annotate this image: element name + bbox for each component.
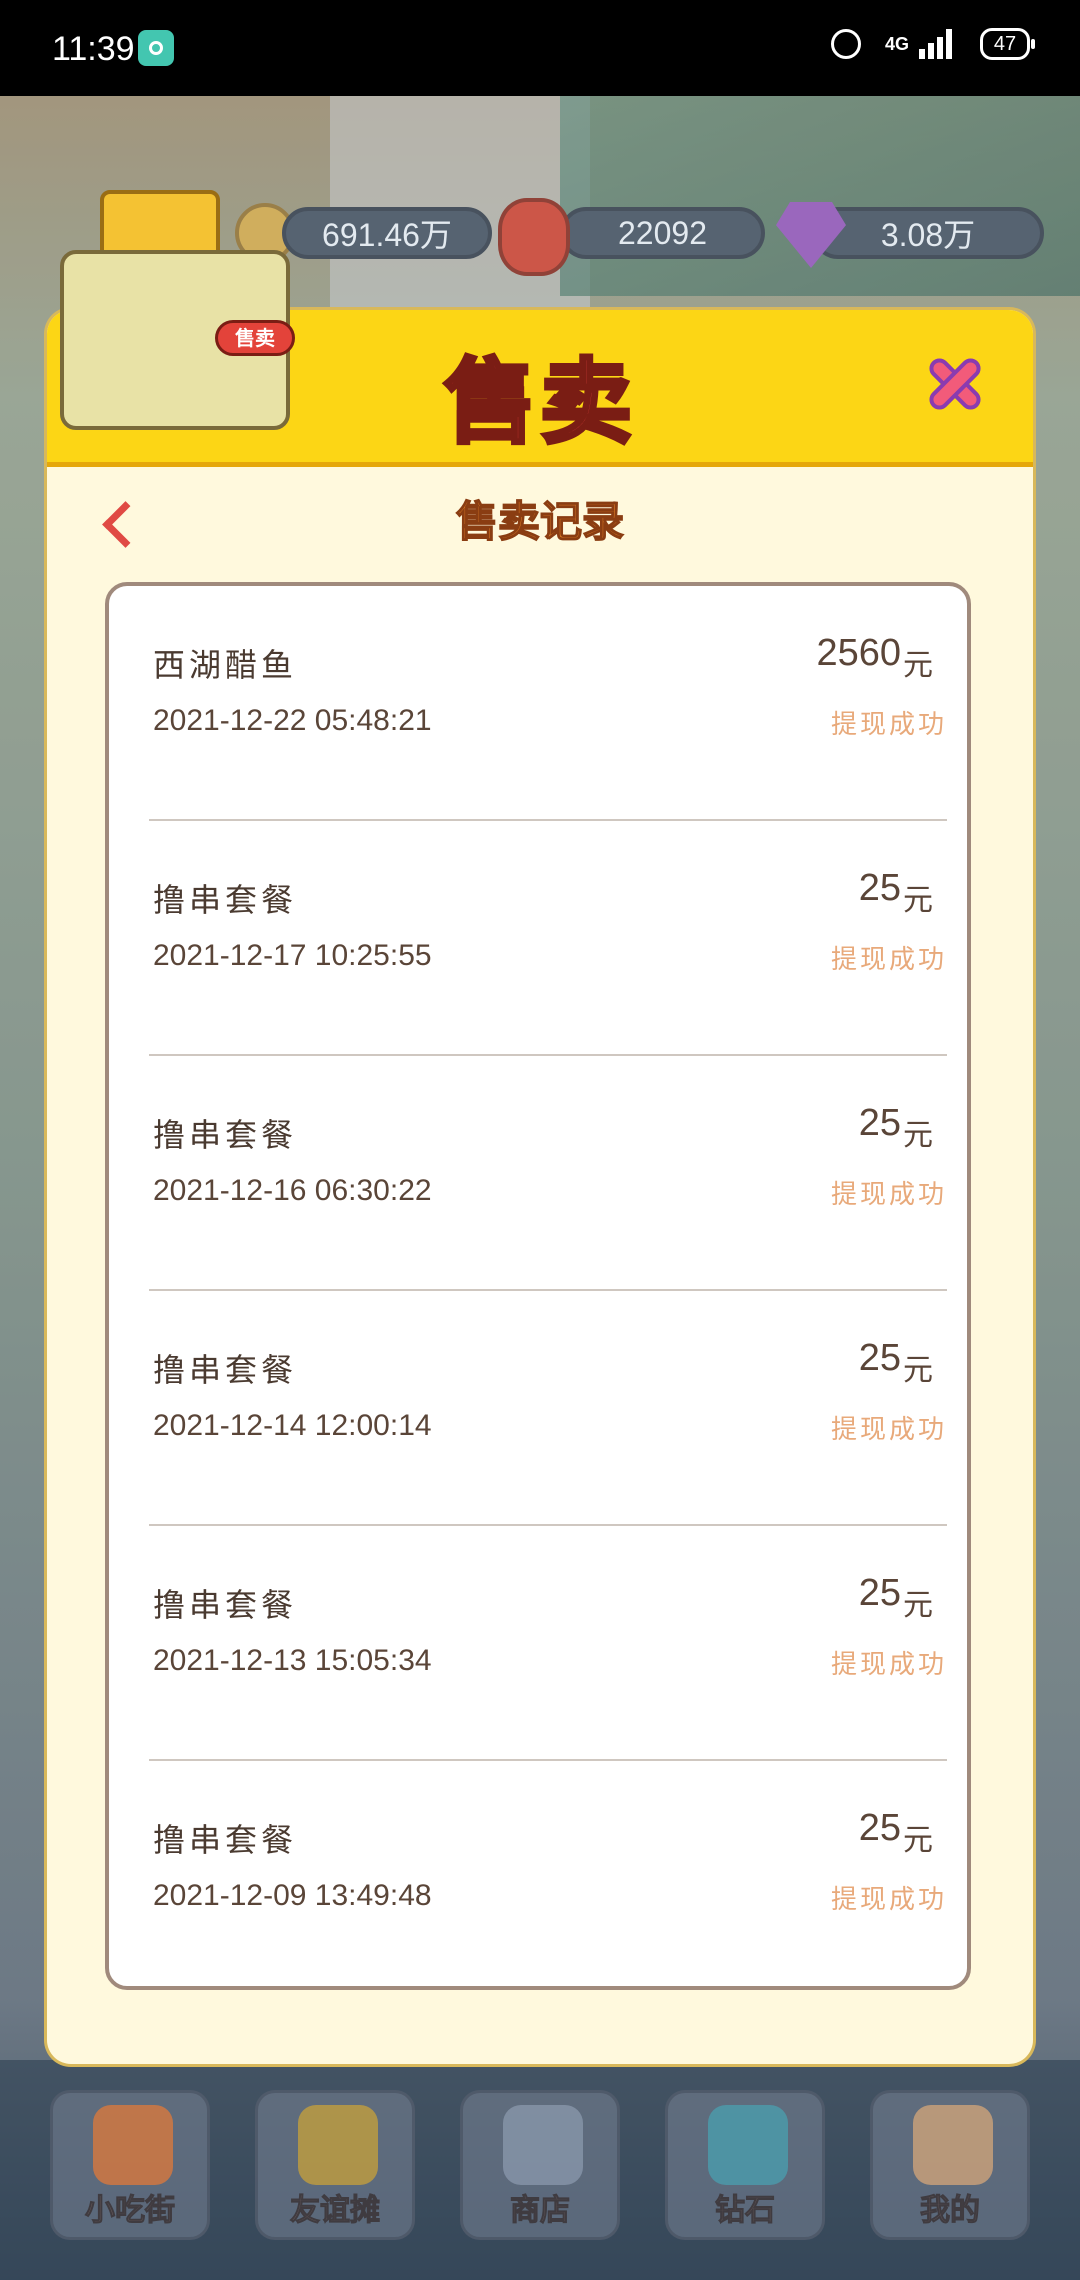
item-amount: 25 (858, 867, 901, 909)
item-date: 2021-12-09 13:49:48 (153, 1879, 432, 1912)
item-name: 西湖醋鱼 (153, 646, 298, 684)
stall-heart-icon (298, 2105, 378, 2185)
sell-modal: 售卖 售卖记录 西湖醋鱼 2021-12-22 05:48:21 2560 元 … (47, 310, 1033, 2064)
list-item: 撸串套餐 2021-12-14 12:00:14 25 元 提现成功 (149, 1291, 947, 1526)
item-date: 2021-12-14 12:00:14 (153, 1409, 432, 1442)
item-name: 撸串套餐 (153, 1586, 298, 1624)
item-amount: 25 (858, 1337, 901, 1379)
item-status: 提现成功 (830, 710, 947, 740)
item-status: 提现成功 (830, 1885, 947, 1915)
nav-label: 商店 (510, 2193, 571, 2229)
store-icon (503, 2105, 583, 2185)
nav-store[interactable]: 商店 (460, 2090, 620, 2240)
item-date: 2021-12-16 06:30:22 (153, 1174, 432, 1207)
list-item: 撸串套餐 2021-12-16 06:30:22 25 元 提现成功 (149, 1056, 947, 1291)
item-name: 撸串套餐 (153, 1821, 298, 1859)
item-name: 撸串套餐 (153, 1351, 298, 1389)
item-status: 提现成功 (830, 1415, 947, 1445)
list-item: 撸串套餐 2021-12-13 15:05:34 25 元 提现成功 (149, 1526, 947, 1761)
app-notification-icon (138, 30, 174, 66)
item-status: 提现成功 (830, 1650, 947, 1680)
diamond-icon (708, 2105, 788, 2185)
close-button[interactable] (919, 346, 991, 418)
shop-sign: 售卖 (215, 320, 295, 356)
network-type: 4G (884, 34, 909, 54)
list-item: 撸串套餐 2021-12-17 10:25:55 25 元 提现成功 (149, 821, 947, 1056)
nav-label: 友谊摊 (290, 2193, 381, 2229)
shop-illustration: 售卖 (40, 150, 310, 450)
list-item: 撸串套餐 2021-12-09 13:49:48 25 元 提现成功 (149, 1761, 947, 1996)
item-amount: 2560 (816, 632, 901, 674)
alarm-icon (830, 29, 861, 59)
item-date: 2021-12-13 15:05:34 (153, 1644, 432, 1677)
item-unit: 元 (903, 883, 933, 918)
item-unit: 元 (903, 1588, 933, 1623)
item-name: 撸串套餐 (153, 1116, 298, 1154)
skewer-icon (93, 2105, 173, 2185)
item-status: 提现成功 (830, 1180, 947, 1210)
nav-friend-stall[interactable]: 友谊摊 (255, 2090, 415, 2240)
status-bar: 11:39 4G 47 (0, 0, 1080, 96)
signal-icon (919, 29, 952, 59)
item-unit: 元 (903, 648, 933, 683)
status-time: 11:39 (52, 30, 135, 68)
sales-record-title: 售卖记录 (455, 496, 625, 547)
item-unit: 元 (903, 1353, 933, 1388)
nav-snack-street[interactable]: 小吃街 (50, 2090, 210, 2240)
item-unit: 元 (903, 1118, 933, 1153)
item-name: 撸串套餐 (153, 881, 298, 919)
item-amount: 25 (858, 1102, 901, 1144)
item-amount: 25 (858, 1572, 901, 1614)
item-unit: 元 (903, 1823, 933, 1858)
item-date: 2021-12-22 05:48:21 (153, 704, 432, 737)
avatar-icon (913, 2105, 993, 2185)
item-amount: 25 (858, 1807, 901, 1849)
sales-record-list[interactable]: 西湖醋鱼 2021-12-22 05:48:21 2560 元 提现成功 撸串套… (105, 582, 971, 1990)
nav-profile[interactable]: 我的 (870, 2090, 1030, 2240)
item-status: 提现成功 (830, 945, 947, 975)
nav-label: 钻石 (715, 2193, 776, 2229)
nav-diamond[interactable]: 钻石 (665, 2090, 825, 2240)
item-date: 2021-12-17 10:25:55 (153, 939, 432, 972)
nav-label: 小吃街 (85, 2193, 176, 2229)
battery-level: 47 (980, 28, 1035, 60)
list-item: 西湖醋鱼 2021-12-22 05:48:21 2560 元 提现成功 (149, 586, 947, 821)
nav-label: 我的 (920, 2193, 981, 2229)
status-icons: 4G 47 (830, 28, 1035, 60)
